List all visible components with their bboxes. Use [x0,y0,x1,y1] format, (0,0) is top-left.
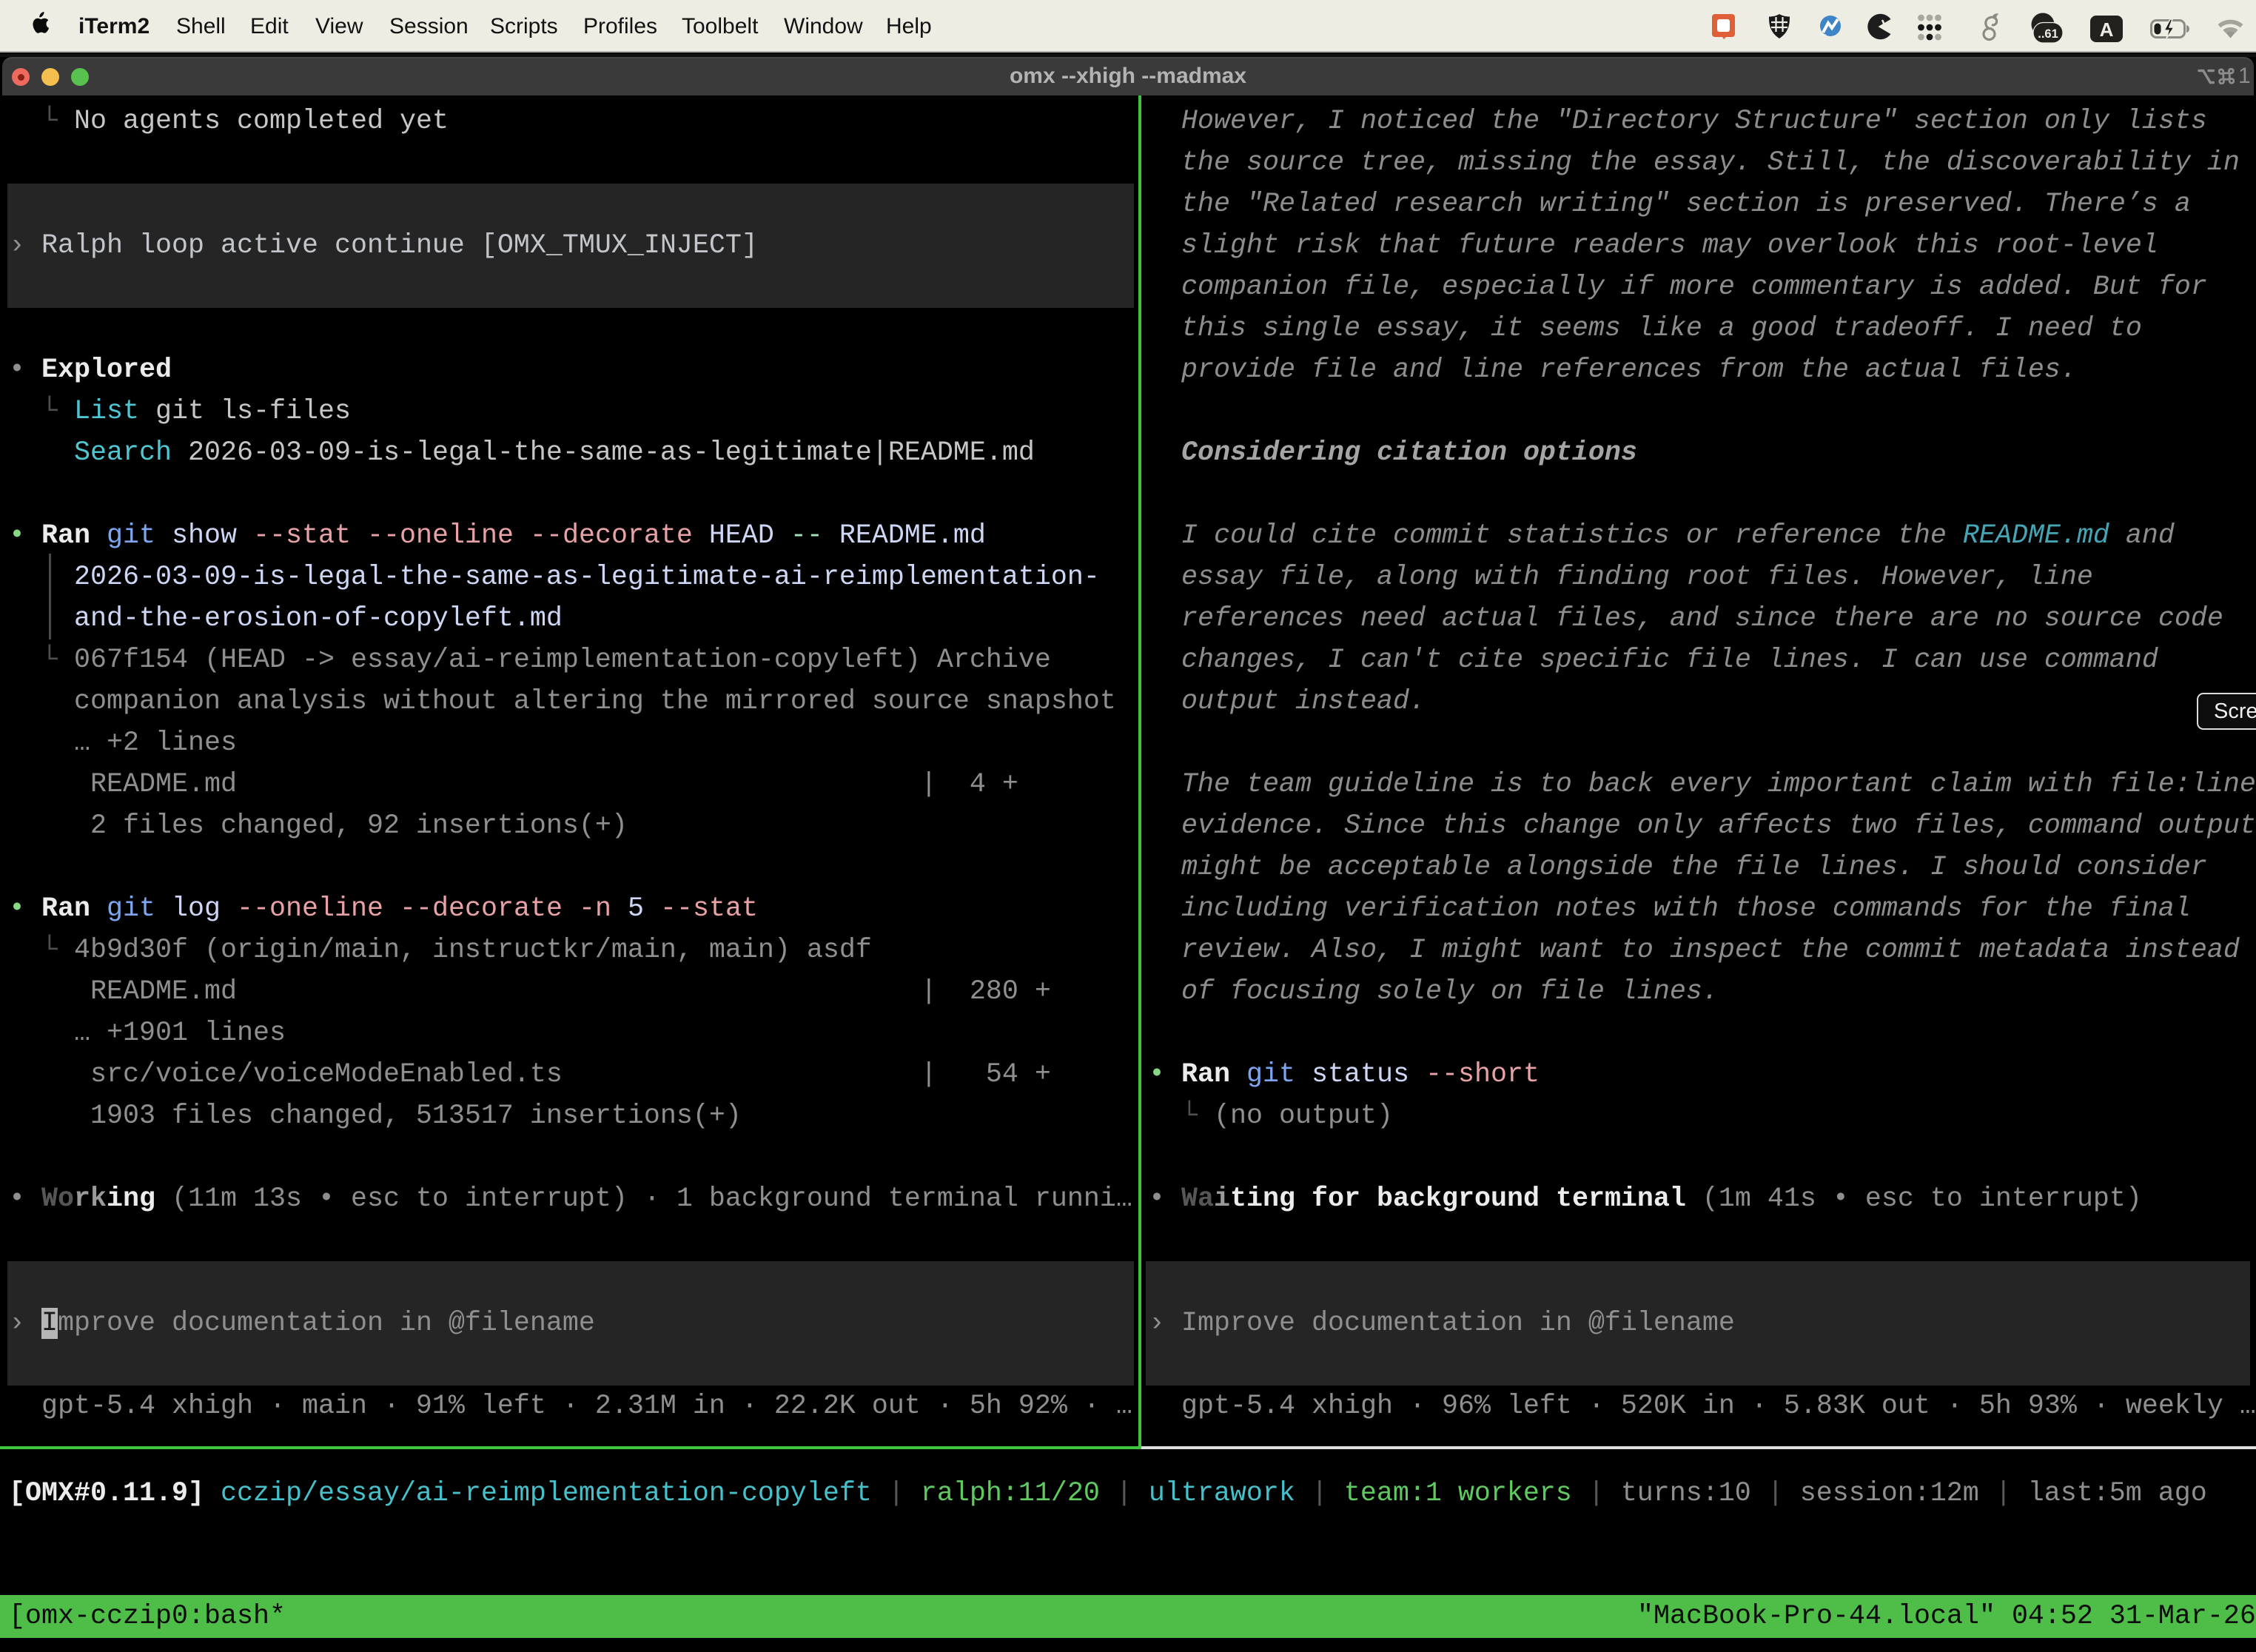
svg-text:A: A [2100,19,2114,41]
svg-text:..61: ..61 [2038,27,2058,41]
